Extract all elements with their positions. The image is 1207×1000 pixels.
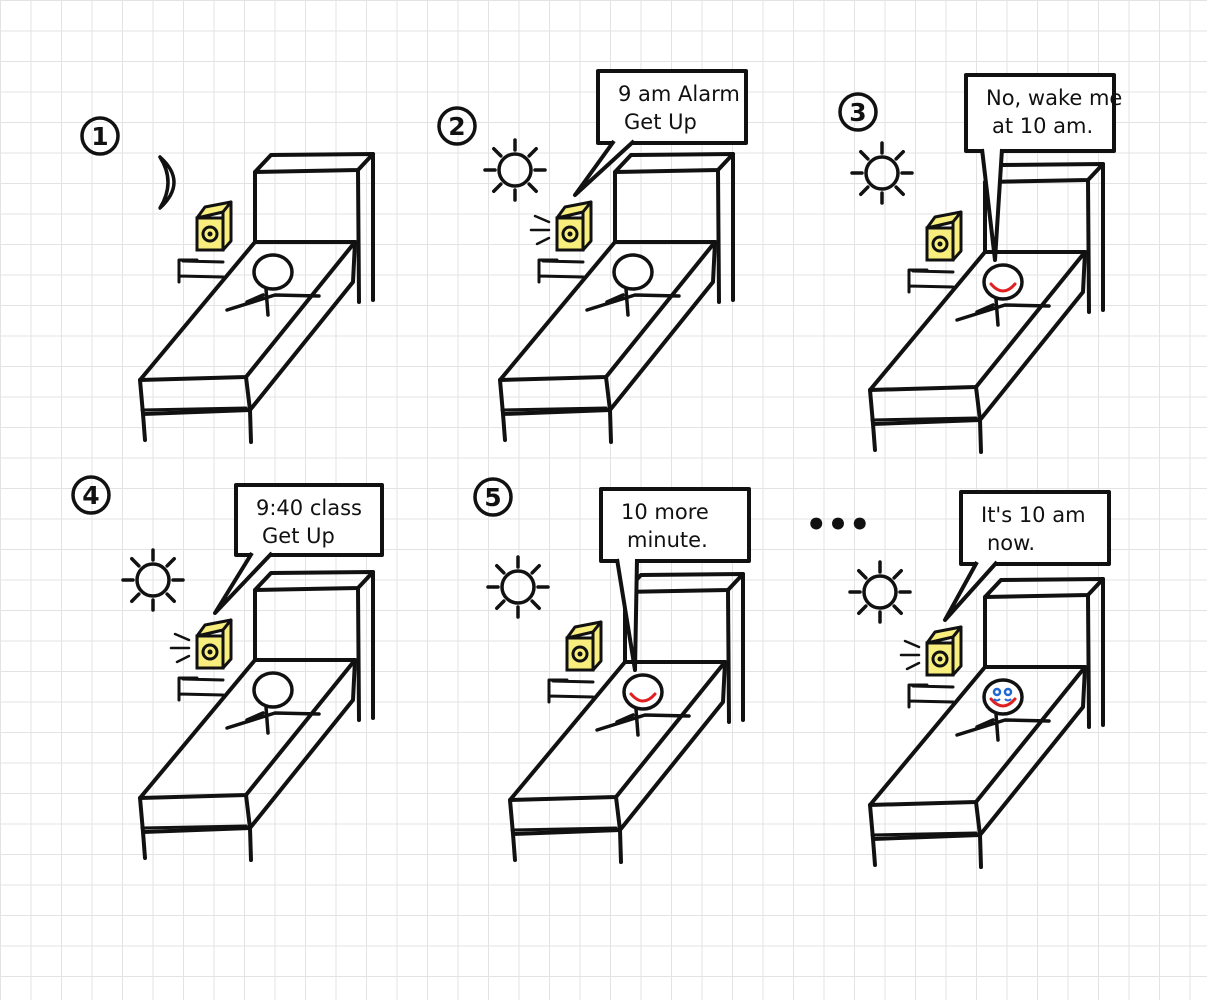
panel-number: 2 <box>448 112 465 141</box>
clock-center <box>937 656 943 662</box>
headboard-post <box>356 586 361 722</box>
headboard-post <box>1086 593 1091 729</box>
headboard <box>623 572 745 664</box>
bed-rail <box>510 826 618 832</box>
bed-leg <box>141 830 147 860</box>
panel-number: 4 <box>82 481 99 510</box>
headboard-post <box>356 168 361 304</box>
panel-5: 5 10 more minute. <box>473 477 751 864</box>
headboard <box>253 152 375 244</box>
sun-rays <box>486 555 550 619</box>
sun-rays <box>121 548 185 612</box>
mattress-top <box>498 240 717 382</box>
bed-leg <box>248 826 253 862</box>
sun-rays <box>850 141 914 205</box>
nightstand <box>907 268 955 294</box>
head <box>252 253 294 291</box>
headboard <box>983 577 1105 669</box>
moon-icon <box>158 155 176 210</box>
panel-4: 4 9:40 class Get Up <box>71 475 384 862</box>
panel-1: 1 <box>80 116 375 444</box>
comic-strip: 1 2 9 am Alarm Get Up 3 No, wake me at 10 am. 4… <box>71 69 1122 869</box>
ring-lines <box>169 632 191 664</box>
ring-lines <box>899 639 921 671</box>
head <box>982 263 1024 301</box>
bed-leg <box>978 418 983 454</box>
head <box>622 673 664 711</box>
bed-leg <box>978 833 983 869</box>
mattress-top <box>868 250 1087 392</box>
speech-line: It's 10 am <box>981 503 1086 527</box>
clock-center <box>207 231 213 237</box>
bed-rail <box>140 824 248 830</box>
bed-leg <box>248 408 253 444</box>
clock-center <box>567 231 573 237</box>
panel-number: 1 <box>91 122 108 151</box>
bed-rail <box>870 416 978 422</box>
bed-leg <box>608 408 613 444</box>
sun-icon <box>121 548 185 612</box>
sun-icon <box>486 555 550 619</box>
panel-number: 5 <box>484 483 501 512</box>
headboard <box>253 570 375 662</box>
speech-line: Get Up <box>624 110 697 134</box>
headboard <box>613 152 735 244</box>
headboard <box>983 162 1105 254</box>
headboard-post <box>726 588 731 724</box>
headboard-post <box>716 168 721 304</box>
clock-center <box>577 651 583 657</box>
sun-icon <box>848 560 912 624</box>
panel-6: It's 10 am now. <box>848 490 1111 869</box>
bed-leg <box>511 832 517 862</box>
nightstand <box>537 258 585 284</box>
panel-3: 3 No, wake me at 10 am. <box>838 73 1122 454</box>
speech-line: 9:40 class <box>256 496 362 520</box>
speech-tail <box>573 139 636 197</box>
nightstand <box>547 678 595 704</box>
speech-line: No, wake me <box>986 86 1122 110</box>
speech-line: 9 am Alarm <box>618 82 740 106</box>
ring-lines <box>529 214 551 246</box>
sun-icon <box>483 138 547 202</box>
speech-line: Get Up <box>262 524 335 548</box>
ellipsis-dots: ••• <box>805 505 870 545</box>
bed-leg <box>871 422 877 452</box>
panel-2: 2 9 am Alarm Get Up <box>437 69 748 444</box>
speech-line: 10 more <box>621 500 709 524</box>
panel-number: 3 <box>849 98 866 127</box>
head <box>982 678 1024 716</box>
bed-rail <box>870 831 978 837</box>
nightstand <box>177 258 225 284</box>
clock-center <box>207 649 213 655</box>
mattress-top <box>138 240 357 382</box>
bed-rail <box>140 406 248 412</box>
speech-line: now. <box>987 531 1035 555</box>
mattress-top <box>138 658 357 800</box>
head <box>612 253 654 291</box>
bed-leg <box>871 837 877 867</box>
sun-rays <box>483 138 547 202</box>
bed-leg <box>141 412 147 442</box>
bed-rail <box>500 406 608 412</box>
mattress-top <box>868 665 1087 807</box>
clock-center <box>937 241 943 247</box>
sun-rays <box>848 560 912 624</box>
speech-line: minute. <box>627 528 708 552</box>
bed-leg <box>501 412 507 442</box>
nightstand <box>177 676 225 702</box>
sun-icon <box>850 141 914 205</box>
nightstand <box>907 683 955 709</box>
speech-line: at 10 am. <box>992 114 1093 138</box>
head <box>252 671 294 709</box>
headboard-post <box>1086 178 1091 314</box>
mattress-top <box>508 660 727 802</box>
bed-leg <box>618 828 623 864</box>
